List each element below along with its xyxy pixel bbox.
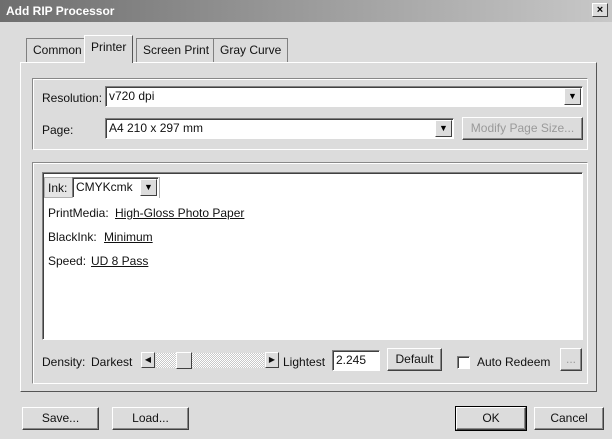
ok-label: OK xyxy=(482,411,500,425)
arrow-right-icon[interactable]: ▶ xyxy=(265,352,279,368)
tab-screen-print[interactable]: Screen Print xyxy=(136,38,217,62)
page-value: A4 210 x 297 mm xyxy=(109,121,204,135)
ink-value: CMYKcmk xyxy=(76,180,133,194)
ink-select[interactable]: CMYKcmk ▼ xyxy=(72,177,159,198)
density-slider-track[interactable] xyxy=(156,352,264,369)
resolution-label: Resolution: xyxy=(42,91,103,105)
default-button[interactable]: Default xyxy=(387,348,442,371)
tab-label: Screen Print xyxy=(143,43,210,57)
black-ink-label: BlackInk: xyxy=(48,230,97,244)
page-label: Page: xyxy=(42,123,74,137)
black-ink-link[interactable]: Minimum xyxy=(104,230,153,244)
auto-redeem-label: Auto Redeem xyxy=(477,355,551,369)
tab-label: Common xyxy=(33,43,82,57)
window-title: Add RIP Processor xyxy=(6,4,115,18)
lightest-label: Lightest xyxy=(283,355,326,369)
cancel-button[interactable]: Cancel xyxy=(534,407,604,430)
tab-gray-curve[interactable]: Gray Curve xyxy=(213,38,289,62)
density-slider-thumb[interactable] xyxy=(176,352,192,369)
tab-label: Printer xyxy=(91,40,127,54)
ellipsis-label: ... xyxy=(565,352,576,366)
density-label: Density: xyxy=(42,355,86,369)
density-value: 2.245 xyxy=(336,353,367,367)
close-icon: × xyxy=(596,4,604,16)
add-rip-processor-dialog: Add RIP Processor × Common Printer Scree… xyxy=(0,0,612,439)
print-media-link[interactable]: High-Gloss Photo Paper xyxy=(115,206,244,220)
auto-redeem-checkbox[interactable] xyxy=(457,356,470,369)
ink-label: Ink: xyxy=(48,181,68,195)
resolution-select[interactable]: v720 dpi ▼ xyxy=(105,86,583,107)
tab-label: Gray Curve xyxy=(220,43,282,57)
close-button[interactable]: × xyxy=(592,3,608,17)
auto-redeem-options-button[interactable]: ... xyxy=(560,348,582,371)
default-label: Default xyxy=(395,352,434,366)
save-label: Save... xyxy=(41,411,80,425)
speed-link[interactable]: UD 8 Pass xyxy=(91,254,148,268)
title-bar: Add RIP Processor × xyxy=(0,0,612,22)
load-button[interactable]: Load... xyxy=(112,407,189,430)
cancel-label: Cancel xyxy=(550,411,588,425)
chevron-down-icon[interactable]: ▼ xyxy=(564,88,581,105)
modify-page-size-label: Modify Page Size... xyxy=(470,121,575,135)
arrow-left-icon[interactable]: ◀ xyxy=(141,352,155,368)
print-media-label: PrintMedia: xyxy=(48,206,109,220)
tab-common[interactable]: Common xyxy=(26,38,89,62)
speed-label: Speed: xyxy=(48,254,87,268)
page-select[interactable]: A4 210 x 297 mm ▼ xyxy=(105,118,454,139)
tab-printer[interactable]: Printer xyxy=(84,35,134,63)
darkest-label: Darkest xyxy=(91,355,133,369)
chevron-down-icon[interactable]: ▼ xyxy=(140,179,157,196)
chevron-down-icon[interactable]: ▼ xyxy=(435,120,452,137)
ok-button[interactable]: OK xyxy=(455,406,527,431)
save-button[interactable]: Save... xyxy=(22,407,99,430)
density-value-input[interactable]: 2.245 xyxy=(332,350,380,371)
resolution-value: v720 dpi xyxy=(109,89,155,103)
modify-page-size-button[interactable]: Modify Page Size... xyxy=(462,117,583,140)
load-label: Load... xyxy=(132,411,169,425)
